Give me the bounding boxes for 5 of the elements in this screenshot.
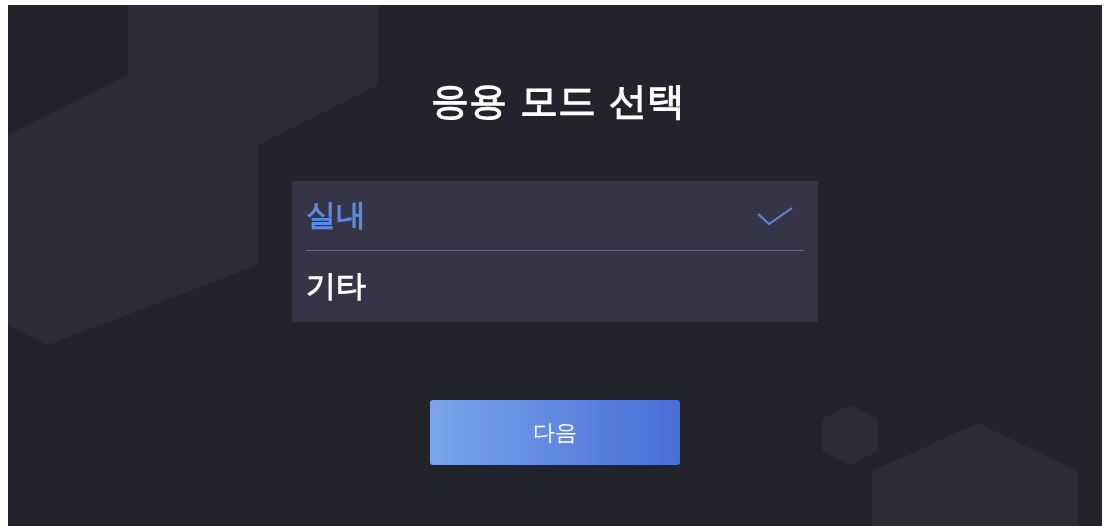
mode-option[interactable]: 기타: [306, 251, 804, 321]
mode-option[interactable]: 실내: [306, 181, 804, 251]
next-button[interactable]: 다음: [430, 400, 680, 465]
page-title: 응용 모드 선택: [430, 78, 686, 125]
check-icon: [756, 205, 794, 226]
